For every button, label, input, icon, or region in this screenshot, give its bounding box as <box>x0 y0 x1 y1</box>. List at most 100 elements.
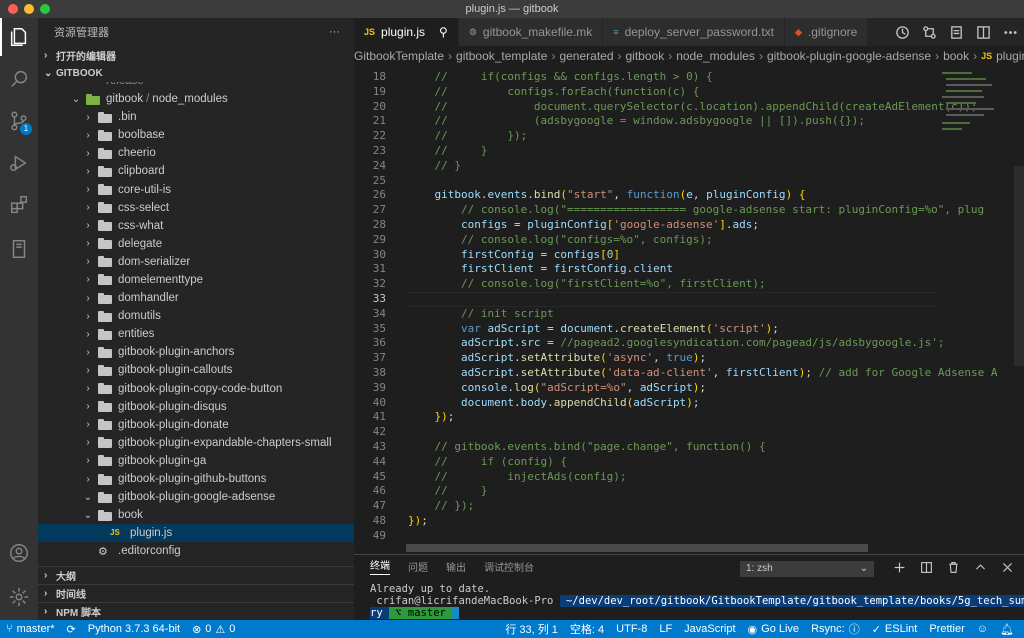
pin-icon[interactable]: ⚲ <box>439 25 448 39</box>
cursor-position[interactable]: 行 33, 列 1 <box>499 621 564 637</box>
git-branch-status[interactable]: ⑂ master* <box>0 623 61 635</box>
tree-folder-book[interactable]: ⌄ book <box>38 506 354 524</box>
code-line[interactable]: 19 // configs.forEach(function(c) { <box>354 85 934 100</box>
tab-output[interactable]: 输出 <box>446 559 466 574</box>
tree-folder[interactable]: › cheerio <box>38 144 354 162</box>
code-line[interactable]: 38 adScript.setAttribute('data-ad-client… <box>354 366 998 381</box>
code-line[interactable]: 32 // console.log("firstClient=%o", firs… <box>354 277 934 292</box>
code-line[interactable]: 27 // console.log("================== go… <box>354 203 984 218</box>
eslint-status[interactable]: ✓ ESLint <box>866 623 924 636</box>
tree-folder[interactable]: › gitbook-plugin-ga <box>38 452 354 470</box>
tree-folder[interactable]: › gitbook-plugin-github-buttons <box>38 470 354 488</box>
notifications-button[interactable]: 🔔︎ <box>994 623 1020 636</box>
code-line[interactable]: 20 // document.querySelector(c.location)… <box>354 100 978 115</box>
open-preview-icon[interactable] <box>949 25 964 40</box>
code-line[interactable]: 21 // (adsbygoogle = window.adsbygoogle … <box>354 114 934 129</box>
code-line[interactable]: 41 }); <box>354 410 934 425</box>
minimap[interactable] <box>936 66 1008 146</box>
tab-plugin-js[interactable]: JS plugin.js ⚲ <box>354 18 459 46</box>
code-line[interactable]: 44 // if (config) { <box>354 455 934 470</box>
code-line[interactable]: 30 firstConfig = configs[0] <box>354 248 934 263</box>
new-terminal-icon[interactable] <box>893 561 906 574</box>
code-line[interactable]: 35 var adScript = document.createElement… <box>354 322 934 337</box>
more-actions-icon[interactable]: ··· <box>329 26 340 38</box>
terminal-select[interactable]: 1: zsh ⌄ <box>740 561 874 577</box>
code-line[interactable]: 31 firstClient = firstConfig.client <box>354 262 934 277</box>
explorer-icon[interactable] <box>0 18 38 56</box>
breadcrumb-item[interactable]: plugin.js <box>996 49 1024 63</box>
breadcrumb-item[interactable]: gitbook_template <box>456 49 547 63</box>
tree-folder[interactable]: › boolbase <box>38 126 354 144</box>
code-line[interactable]: 23 // } <box>354 144 934 159</box>
code-line[interactable]: 34 // init script <box>354 307 934 322</box>
code-editor[interactable]: 18 // if(configs && configs.length > 0) … <box>354 66 1024 554</box>
breadcrumb-item[interactable]: gitbook <box>626 49 665 63</box>
go-live-button[interactable]: ◉ Go Live <box>742 623 806 636</box>
end-of-line[interactable]: LF <box>653 623 678 635</box>
tab-terminal[interactable]: 终端 <box>370 557 390 575</box>
workspace-section[interactable]: ⌄ GITBOOK <box>38 64 354 82</box>
prettier-status[interactable]: Prettier <box>923 623 970 635</box>
close-panel-icon[interactable] <box>1001 561 1014 574</box>
tree-folder[interactable]: › gitbook-plugin-copy-code-button <box>38 380 354 398</box>
open-editors-section[interactable]: › 打开的编辑器 <box>38 46 354 64</box>
run-debug-icon[interactable] <box>0 144 38 182</box>
code-line[interactable]: 37 adScript.setAttribute('async', true); <box>354 351 934 366</box>
code-line[interactable]: 36 adScript.src = //pagead2.googlesyndic… <box>354 336 945 351</box>
tree-folder[interactable]: › clipboard <box>38 162 354 180</box>
tree-file-editorconfig[interactable]: ⚙ .editorconfig <box>38 542 354 560</box>
code-line[interactable]: 39 console.log("adScript=%o", adScript); <box>354 381 934 396</box>
code-line[interactable]: 42 <box>354 425 934 440</box>
code-line[interactable]: 43 // gitbook.events.bind("page.change",… <box>354 440 934 455</box>
tree-folder[interactable]: › core-util-is <box>38 180 354 198</box>
search-icon[interactable] <box>0 60 38 98</box>
split-terminal-icon[interactable] <box>920 561 933 574</box>
tab-gitignore[interactable]: ◆ .gitignore <box>785 18 869 46</box>
partial-tree-row[interactable]: release <box>38 82 354 90</box>
settings-gear-icon[interactable] <box>0 578 38 616</box>
tree-folder[interactable]: › gitbook-plugin-callouts <box>38 361 354 379</box>
tree-folder[interactable]: › gitbook-plugin-anchors <box>38 343 354 361</box>
terminal-output[interactable]: Already up to date. crifan@licrifandeMac… <box>370 583 1024 619</box>
trash-icon[interactable] <box>947 561 960 574</box>
rsync-status[interactable]: Rsync: ⓘ <box>805 621 866 637</box>
more-actions-icon[interactable] <box>1003 25 1018 40</box>
tab-debug-console[interactable]: 调试控制台 <box>484 559 534 574</box>
tree-folder[interactable]: › gitbook-plugin-disqus <box>38 398 354 416</box>
feedback-button[interactable]: ☺ <box>971 623 994 635</box>
tree-folder[interactable]: › dom-serializer <box>38 253 354 271</box>
book-icon[interactable] <box>0 230 38 268</box>
code-line[interactable]: 25 <box>354 174 934 189</box>
tree-folder[interactable]: ⌄ gitbook-plugin-google-adsense <box>38 488 354 506</box>
code-line[interactable]: 46 // } <box>354 484 934 499</box>
breadcrumb-item[interactable]: GitbookTemplate <box>354 49 444 63</box>
code-line[interactable]: 18 // if(configs && configs.length > 0) … <box>354 70 934 85</box>
breadcrumb-item[interactable]: node_modules <box>676 49 755 63</box>
indentation[interactable]: 空格: 4 <box>564 621 610 637</box>
encoding[interactable]: UTF-8 <box>610 623 653 635</box>
code-line[interactable]: 26 gitbook.events.bind("start", function… <box>354 188 934 203</box>
tree-folder[interactable]: › .bin <box>38 108 354 126</box>
tab-gitbook-makefile[interactable]: ⚙ gitbook_makefile.mk <box>458 18 604 46</box>
language-mode[interactable]: JavaScript <box>678 623 741 635</box>
sync-status[interactable]: ⟳ <box>61 623 82 636</box>
maximize-window-button[interactable] <box>40 4 50 14</box>
tree-folder[interactable]: › delegate <box>38 235 354 253</box>
history-icon[interactable] <box>895 25 910 40</box>
code-line[interactable]: 33 <box>354 292 938 307</box>
tree-folder[interactable]: › domelementtype <box>38 271 354 289</box>
tree-folder[interactable]: › entities <box>38 325 354 343</box>
problems-status[interactable]: ⊗ 0 ⚠ 0 <box>186 623 241 636</box>
tree-folder-gitbook-node-modules[interactable]: ⌄ gitbook / node_modules <box>38 90 354 108</box>
account-icon[interactable] <box>0 534 38 572</box>
code-line[interactable]: 45 // injectAds(config); <box>354 470 934 485</box>
code-line[interactable]: 47 // }); <box>354 499 934 514</box>
source-control-icon[interactable]: 1 <box>0 102 38 140</box>
npm-scripts-section[interactable]: › NPM 脚本 <box>38 602 354 620</box>
horizontal-scrollbar[interactable] <box>406 544 868 552</box>
outline-section[interactable]: › 大纲 <box>38 566 354 584</box>
code-line[interactable]: 29 // console.log("configs=%o", configs)… <box>354 233 934 248</box>
breadcrumb-item[interactable]: gitbook-plugin-google-adsense <box>767 49 931 63</box>
tree-file-plugin-js[interactable]: JS plugin.js <box>38 524 354 543</box>
breadcrumb-item[interactable]: generated <box>559 49 613 63</box>
